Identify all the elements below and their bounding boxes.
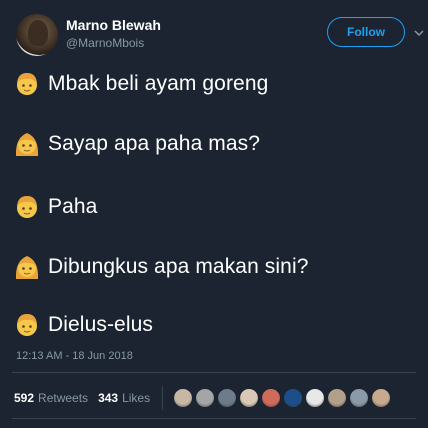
liker-avatar[interactable] (327, 388, 348, 408)
tweet-line-text: Dielus-elus (48, 313, 153, 336)
divider (12, 372, 416, 373)
tweet-line: Dibungkus apa makan sini? (14, 249, 309, 285)
liker-avatar[interactable] (305, 388, 326, 408)
liker-avatar[interactable] (173, 388, 194, 408)
tweet-header: Marno Blewah @MarnoMbois Follow (12, 12, 424, 62)
likes-count[interactable]: 343 (98, 391, 118, 405)
tweet-line-text: Dibungkus apa makan sini? (48, 255, 309, 278)
likes-label[interactable]: Likes (122, 391, 150, 405)
liker-avatars (173, 388, 393, 408)
author-name[interactable]: Marno Blewah (66, 17, 161, 33)
author-avatar[interactable] (16, 14, 58, 56)
divider (12, 418, 416, 419)
boy-emoji-icon (17, 196, 37, 218)
liker-avatar[interactable] (349, 388, 370, 408)
tweet-line-text: Sayap apa paha mas? (48, 132, 261, 155)
follow-button[interactable]: Follow (327, 17, 405, 47)
liker-avatar[interactable] (217, 388, 238, 408)
girl-emoji-icon (15, 256, 39, 279)
tweet-stats: 592 Retweets 343 Likes (14, 383, 393, 413)
tweet-line-text: Mbak beli ayam goreng (48, 72, 269, 95)
liker-avatar[interactable] (371, 388, 392, 408)
girl-emoji-icon (15, 133, 39, 156)
tweet-line: Mbak beli ayam goreng (14, 66, 268, 102)
tweet-line-text: Paha (48, 195, 98, 218)
boy-emoji-icon (17, 314, 37, 336)
retweets-count[interactable]: 592 (14, 391, 34, 405)
tweet-line: Sayap apa paha mas? (14, 126, 260, 162)
stats-separator (162, 386, 164, 410)
tweet-line: Paha (14, 189, 97, 225)
tweet-timestamp[interactable]: 12:13 AM - 18 Jun 2018 (16, 350, 133, 362)
retweets-label[interactable]: Retweets (38, 391, 88, 405)
chevron-down-icon[interactable] (414, 28, 424, 38)
liker-avatar[interactable] (283, 388, 304, 408)
liker-avatar[interactable] (261, 388, 282, 408)
tweet-card: Marno Blewah @MarnoMbois Follow Mbak bel… (0, 0, 428, 428)
tweet-line: Dielus-elus (14, 307, 153, 343)
author-handle[interactable]: @MarnoMbois (66, 36, 144, 50)
liker-avatar[interactable] (239, 388, 260, 408)
liker-avatar[interactable] (195, 388, 216, 408)
boy-emoji-icon (17, 73, 37, 95)
